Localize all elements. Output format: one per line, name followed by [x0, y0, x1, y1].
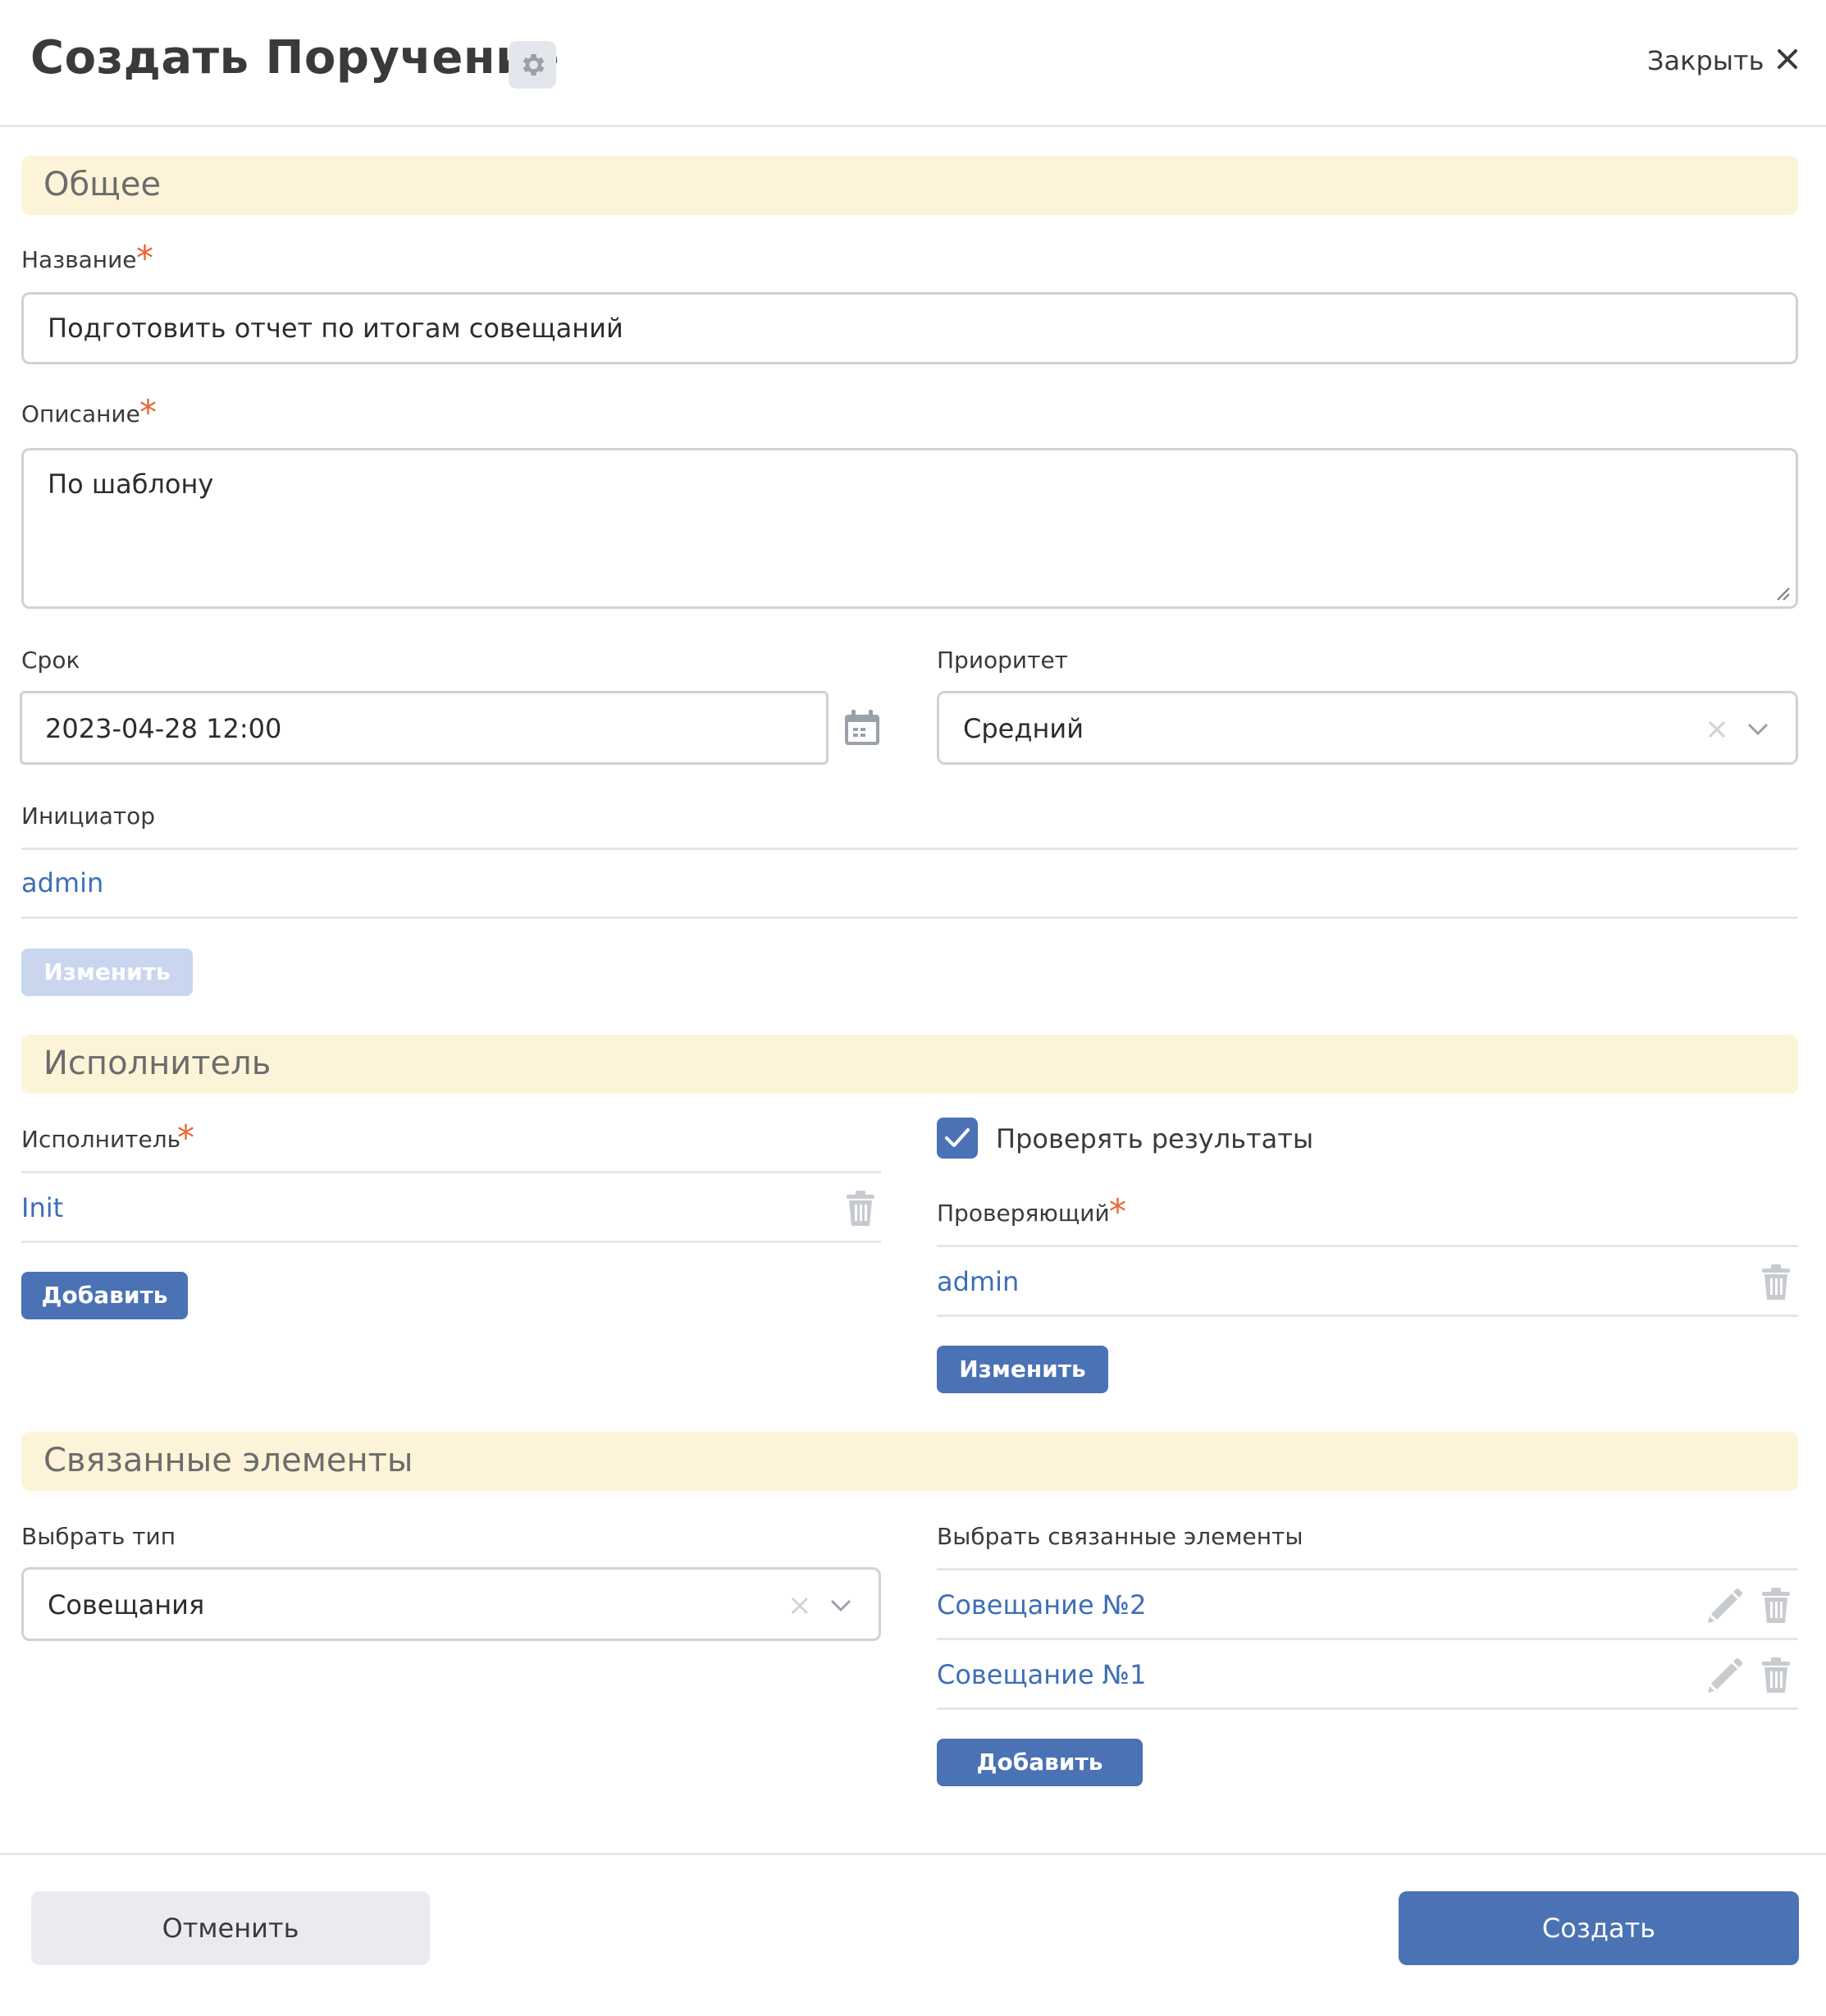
footer-divider — [0, 1853, 1826, 1855]
close-button[interactable]: Закрыть — [1647, 45, 1797, 76]
executor-label-text: Исполнитель — [21, 1126, 181, 1153]
required-marker: * — [139, 392, 157, 432]
divider — [937, 1245, 1798, 1247]
section-title: Общее — [43, 166, 162, 203]
chevron-down-icon[interactable] — [829, 1598, 852, 1614]
delete-reviewer-button[interactable] — [1760, 1264, 1792, 1305]
section-general: Общее — [21, 156, 1798, 215]
section-related: Связанные элементы — [21, 1432, 1798, 1491]
clear-icon[interactable] — [1707, 720, 1727, 739]
divider — [937, 1707, 1798, 1710]
related-item-link[interactable]: Совещание №2 — [937, 1589, 1146, 1621]
delete-related-item-button[interactable] — [1760, 1587, 1792, 1628]
divider — [21, 1171, 881, 1173]
priority-label: Приоритет — [937, 647, 1068, 674]
pencil-icon — [1708, 1589, 1742, 1623]
check-results-label[interactable]: Проверять результаты — [996, 1123, 1313, 1154]
section-executor: Исполнитель — [21, 1035, 1798, 1094]
create-task-dialog: Создать Поручение Закрыть Общее Название… — [0, 0, 1826, 2016]
trash-icon — [1762, 1588, 1790, 1623]
add-related-button[interactable]: Добавить — [937, 1739, 1143, 1786]
priority-value: Средний — [963, 713, 1084, 744]
close-label: Закрыть — [1647, 45, 1764, 76]
name-label: Название * — [21, 238, 153, 278]
type-value: Совещания — [48, 1589, 205, 1621]
delete-executor-button[interactable] — [845, 1190, 876, 1231]
chevron-down-icon[interactable] — [1746, 721, 1769, 738]
required-marker: * — [136, 238, 153, 278]
divider — [937, 1638, 1798, 1640]
trash-icon — [1762, 1657, 1790, 1693]
checkmark-icon — [945, 1128, 970, 1147]
related-item-link[interactable]: Совещание №1 — [937, 1659, 1146, 1690]
name-label-text: Название — [21, 246, 137, 273]
related-elements-label: Выбрать связанные элементы — [937, 1523, 1303, 1550]
gear-icon — [523, 53, 545, 76]
pencil-icon — [1708, 1658, 1742, 1693]
initiator-change-button[interactable]: Изменить — [21, 949, 193, 996]
divider — [21, 917, 1798, 919]
trash-icon — [1762, 1264, 1790, 1300]
reviewer-link[interactable]: admin — [937, 1266, 1019, 1297]
cancel-button[interactable]: Отменить — [31, 1891, 430, 1965]
section-title: Связанные элементы — [43, 1442, 413, 1479]
resize-handle-icon[interactable] — [1774, 585, 1791, 601]
name-input-value: Подготовить отчет по итогам совещаний — [48, 313, 623, 344]
divider — [937, 1568, 1798, 1570]
check-results-checkbox[interactable] — [937, 1118, 978, 1159]
create-button[interactable]: Создать — [1399, 1891, 1799, 1965]
required-marker: * — [1109, 1191, 1126, 1232]
deadline-input[interactable]: 2023-04-28 12:00 — [20, 691, 829, 765]
description-label-text: Описание — [21, 400, 140, 427]
priority-select[interactable]: Средний — [937, 691, 1798, 765]
section-title: Исполнитель — [43, 1045, 272, 1082]
initiator-label: Инициатор — [21, 802, 156, 830]
reviewer-label-text: Проверяющий — [937, 1200, 1110, 1227]
divider — [21, 1241, 881, 1243]
delete-related-item-button[interactable] — [1760, 1657, 1792, 1698]
change-reviewer-button[interactable]: Изменить — [937, 1346, 1108, 1393]
divider — [21, 848, 1798, 850]
description-label: Описание * — [21, 392, 157, 432]
calendar-button[interactable] — [843, 709, 881, 750]
page-title: Создать Поручение — [30, 31, 560, 85]
description-value: По шаблону — [48, 469, 214, 500]
add-executor-button[interactable]: Добавить — [21, 1272, 188, 1319]
settings-button[interactable] — [509, 41, 556, 89]
edit-related-item-button[interactable] — [1706, 1657, 1744, 1698]
clear-icon[interactable] — [790, 1596, 810, 1616]
description-textarea[interactable]: По шаблону — [21, 448, 1798, 609]
edit-related-item-button[interactable] — [1706, 1587, 1744, 1628]
deadline-value: 2023-04-28 12:00 — [45, 713, 282, 744]
divider — [937, 1314, 1798, 1317]
close-icon — [1778, 49, 1797, 69]
type-select[interactable]: Совещания — [21, 1567, 881, 1641]
initiator-link[interactable]: admin — [21, 867, 103, 898]
executor-link[interactable]: Init — [21, 1192, 63, 1223]
type-label: Выбрать тип — [21, 1523, 176, 1550]
name-input[interactable]: Подготовить отчет по итогам совещаний — [21, 292, 1798, 364]
reviewer-label: Проверяющий * — [937, 1191, 1126, 1232]
trash-icon — [847, 1191, 874, 1226]
executor-label: Исполнитель * — [21, 1118, 194, 1158]
deadline-label: Срок — [21, 647, 80, 674]
calendar-icon — [845, 710, 879, 745]
required-marker: * — [177, 1118, 194, 1158]
